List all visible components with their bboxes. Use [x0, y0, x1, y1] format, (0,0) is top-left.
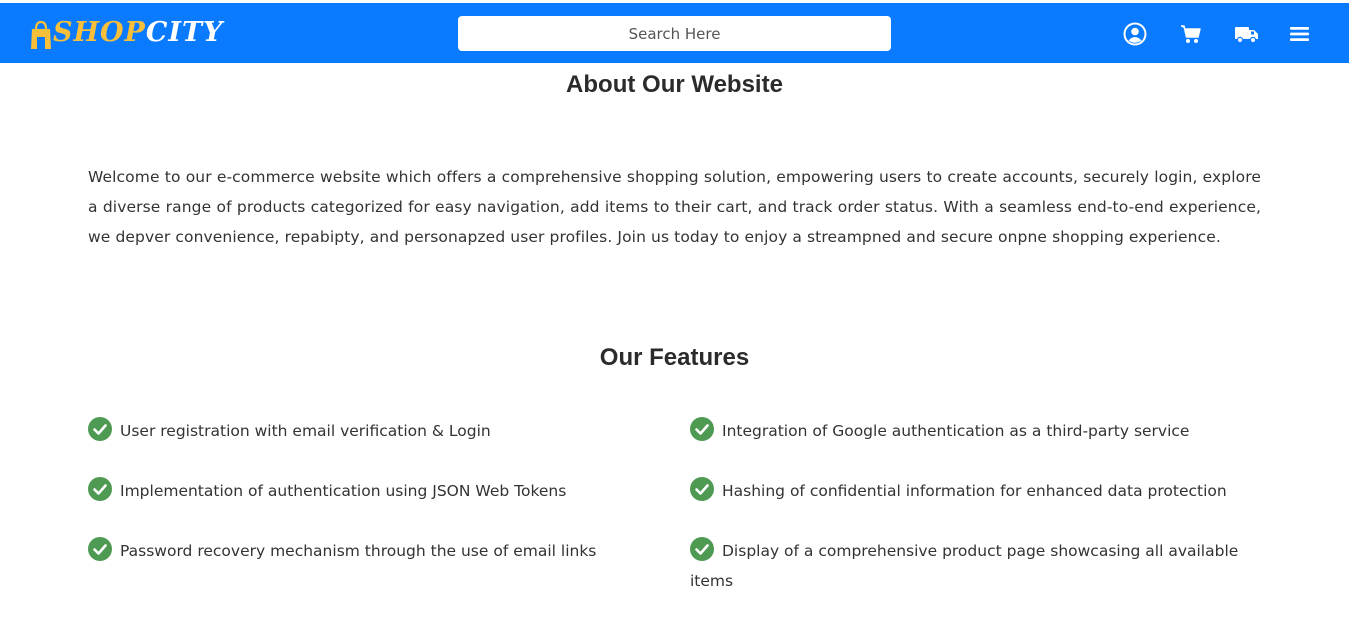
cart-icon[interactable] [1179, 22, 1203, 46]
feature-text: Integration of Google authentication as … [722, 422, 1190, 440]
feature-item: Integration of Google authentication as … [690, 416, 1270, 446]
feature-text: Password recovery mechanism through the … [120, 542, 597, 560]
logo[interactable]: SHOPCITY [30, 11, 222, 55]
feature-item: Implementation of authentication using J… [88, 476, 648, 506]
check-circle-icon [690, 537, 714, 561]
check-circle-icon [88, 477, 112, 501]
feature-item: Display of a comprehensive product page … [690, 536, 1265, 596]
search-input[interactable] [458, 16, 891, 51]
features-title: Our Features [599, 344, 750, 371]
feature-text: Implementation of authentication using J… [120, 482, 567, 500]
check-circle-icon [690, 477, 714, 501]
truck-icon[interactable] [1234, 22, 1258, 46]
user-circle-icon[interactable] [1123, 22, 1147, 46]
check-circle-icon [88, 537, 112, 561]
check-circle-icon [88, 417, 112, 441]
feature-text: Hashing of confidential information for … [722, 482, 1227, 500]
logo-text-city: CITY [145, 17, 224, 48]
feature-item: User registration with email verificatio… [88, 416, 648, 446]
about-paragraph: Welcome to our e-commerce website which … [88, 168, 1261, 246]
logo-text-shop: SHOP [53, 17, 146, 48]
feature-text: Display of a comprehensive product page … [690, 542, 1239, 590]
check-circle-icon [690, 417, 714, 441]
feature-text: User registration with email verificatio… [120, 422, 491, 440]
shopping-bag-icon [30, 20, 52, 49]
feature-item: Hashing of confidential information for … [690, 476, 1270, 506]
about-title: About Our Website [566, 71, 783, 98]
feature-item: Password recovery mechanism through the … [88, 536, 648, 566]
menu-icon[interactable] [1289, 22, 1313, 46]
navbar: SHOPCITY [0, 3, 1349, 63]
